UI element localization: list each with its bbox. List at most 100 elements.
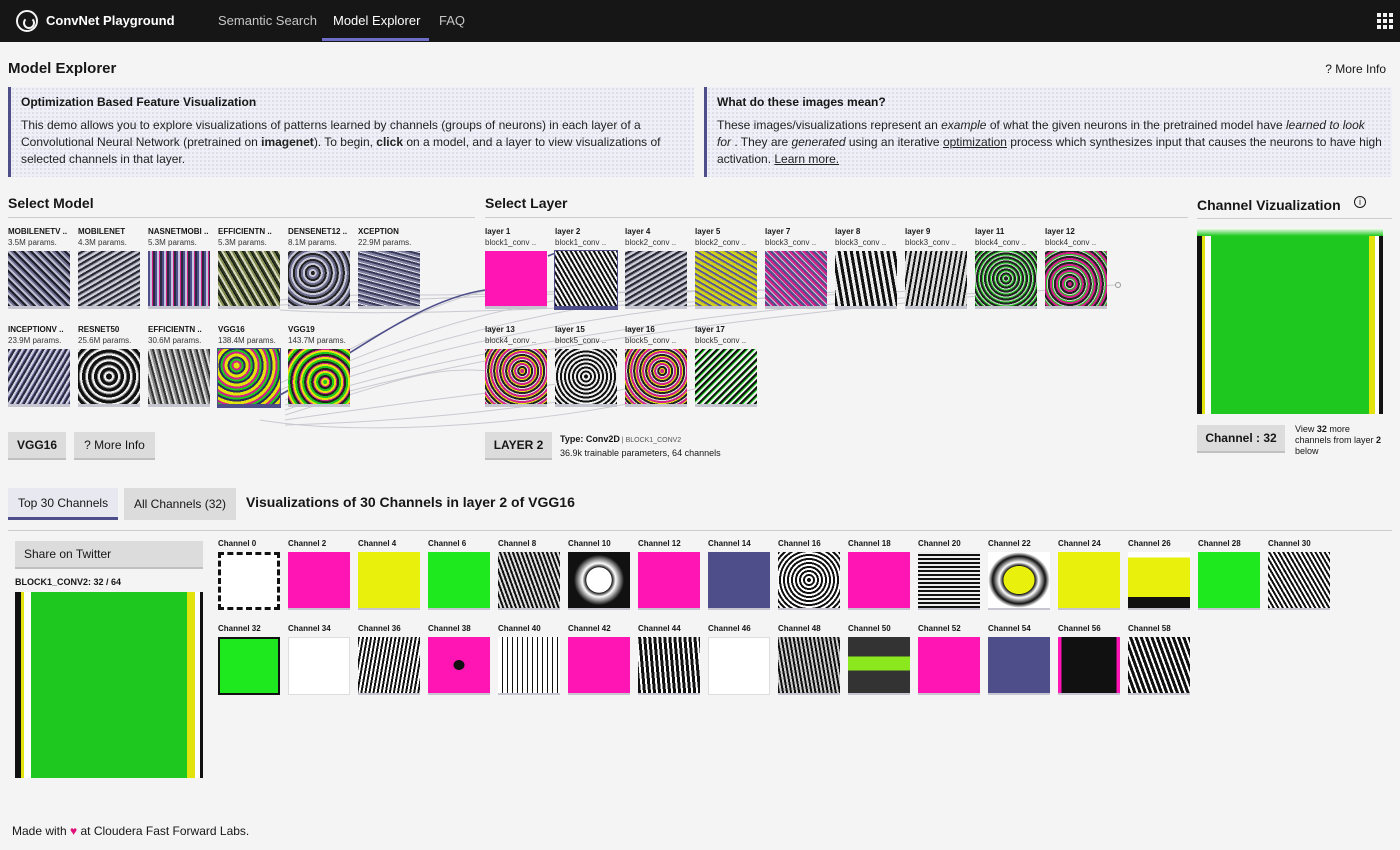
layer-thumbnail[interactable] (695, 251, 757, 309)
channel-thumbnail[interactable] (1058, 552, 1120, 610)
model-thumbnail[interactable] (78, 349, 140, 407)
channel-thumbnail[interactable] (358, 637, 420, 695)
selected-model-button[interactable]: VGG16 (8, 432, 66, 460)
model-card[interactable]: INCEPTIONV .. 23.9M params. (8, 325, 72, 407)
channel-thumbnail[interactable] (988, 637, 1050, 695)
layer-thumbnail[interactable] (1045, 251, 1107, 309)
channel-thumbnail[interactable] (218, 552, 280, 610)
channel-card[interactable]: Channel 26 (1128, 539, 1191, 610)
layer-thumbnail[interactable] (905, 251, 967, 309)
layer-thumbnail[interactable] (695, 349, 757, 407)
channel-thumbnail[interactable] (778, 552, 840, 610)
model-card[interactable]: NASNETMOBI .. 5.3M params. (148, 227, 212, 309)
model-card[interactable]: RESNET50 25.6M params. (78, 325, 142, 407)
model-card[interactable]: EFFICIENTN .. 5.3M params. (218, 227, 282, 309)
channel-card[interactable]: Channel 36 (358, 624, 421, 695)
channel-card[interactable]: Channel 32 (218, 624, 281, 695)
info-icon[interactable]: i (1354, 196, 1366, 208)
layer-thumbnail[interactable] (485, 251, 547, 309)
layer-card[interactable]: layer 16 block5_conv .. (625, 325, 689, 407)
channel-card[interactable]: Channel 28 (1198, 539, 1261, 610)
channel-card[interactable]: Channel 48 (778, 624, 841, 695)
channel-thumbnail[interactable] (288, 552, 350, 610)
channel-card[interactable]: Channel 22 (988, 539, 1051, 610)
app-switcher-icon[interactable] (1377, 13, 1393, 29)
model-card[interactable]: EFFICIENTN .. 30.6M params. (148, 325, 212, 407)
channel-card[interactable]: Channel 50 (848, 624, 911, 695)
channel-card[interactable]: Channel 56 (1058, 624, 1121, 695)
selected-layer-button[interactable]: LAYER 2 (485, 432, 552, 460)
cloudera-link[interactable]: Cloudera Fast Forward Labs. (94, 824, 249, 838)
layer-card[interactable]: layer 15 block5_conv .. (555, 325, 619, 407)
channel-card[interactable]: Channel 8 (498, 539, 561, 610)
share-on-twitter-button[interactable]: Share on Twitter (15, 541, 203, 569)
channel-card[interactable]: Channel 40 (498, 624, 561, 695)
layer-card[interactable]: layer 7 block3_conv .. (765, 227, 829, 309)
model-thumbnail[interactable] (218, 251, 280, 309)
channel-thumbnail[interactable] (358, 552, 420, 610)
channel-thumbnail[interactable] (1128, 552, 1190, 610)
channel-thumbnail[interactable] (1128, 637, 1190, 695)
tab-top-30-channels[interactable]: Top 30 Channels (8, 488, 119, 520)
channel-card[interactable]: Channel 34 (288, 624, 351, 695)
channel-number-button[interactable]: Channel : 32 (1197, 425, 1285, 453)
more-info-link[interactable]: ? More Info (1325, 62, 1386, 76)
channel-card[interactable]: Channel 30 (1268, 539, 1331, 610)
channel-thumbnail[interactable] (708, 637, 770, 695)
learn-more-link[interactable]: Learn more. (774, 152, 839, 166)
model-thumbnail[interactable] (78, 251, 140, 309)
channel-thumbnail[interactable] (288, 637, 350, 695)
channel-card[interactable]: Channel 20 (918, 539, 981, 610)
layer-card[interactable]: layer 1 block1_conv .. (485, 227, 549, 309)
layer-card[interactable]: layer 12 block4_conv .. (1045, 227, 1109, 309)
model-thumbnail[interactable] (217, 348, 281, 408)
channel-thumbnail[interactable] (1058, 637, 1120, 695)
channel-thumbnail[interactable] (568, 637, 630, 695)
channel-thumbnail[interactable] (848, 637, 910, 695)
model-card[interactable]: VGG19 143.7M params. (288, 325, 352, 407)
channel-card[interactable]: Channel 0 (218, 539, 281, 610)
channel-card[interactable]: Channel 24 (1058, 539, 1121, 610)
model-thumbnail[interactable] (358, 251, 420, 309)
channel-thumbnail[interactable] (1268, 552, 1330, 610)
model-thumbnail[interactable] (148, 251, 210, 309)
channel-thumbnail[interactable] (638, 637, 700, 695)
layer-thumbnail[interactable] (625, 349, 687, 407)
channel-thumbnail[interactable] (218, 637, 280, 695)
model-card[interactable]: DENSENET12 .. 8.1M params. (288, 227, 352, 309)
channel-thumbnail[interactable] (778, 637, 840, 695)
model-card-selected[interactable]: VGG16 138.4M params. (217, 325, 282, 408)
layer-thumbnail[interactable] (485, 349, 547, 407)
channel-thumbnail[interactable] (848, 552, 910, 610)
layer-thumbnail[interactable] (555, 349, 617, 407)
channel-card[interactable]: Channel 46 (708, 624, 771, 695)
layer-thumbnail[interactable] (625, 251, 687, 309)
layer-card[interactable]: layer 4 block2_conv .. (625, 227, 689, 309)
model-thumbnail[interactable] (288, 349, 350, 407)
model-thumbnail[interactable] (148, 349, 210, 407)
channel-card[interactable]: Channel 6 (428, 539, 491, 610)
channel-card[interactable]: Channel 44 (638, 624, 701, 695)
model-thumbnail[interactable] (288, 251, 350, 309)
layer-card[interactable]: layer 8 block3_conv .. (835, 227, 899, 309)
channel-card[interactable]: Channel 10 (568, 539, 631, 610)
channel-thumbnail[interactable] (498, 552, 560, 610)
channel-card[interactable]: Channel 58 (1128, 624, 1191, 695)
channel-thumbnail[interactable] (918, 637, 980, 695)
channel-thumbnail[interactable] (638, 552, 700, 610)
layer-card[interactable]: layer 9 block3_conv .. (905, 227, 969, 309)
layer-card[interactable]: layer 11 block4_conv .. (975, 227, 1039, 309)
channel-thumbnail[interactable] (568, 552, 630, 610)
channel-thumbnail[interactable] (428, 552, 490, 610)
model-thumbnail[interactable] (8, 251, 70, 309)
model-card[interactable]: MOBILENET 4.3M params. (78, 227, 142, 309)
model-card[interactable]: XCEPTION 22.9M params. (358, 227, 422, 309)
channel-card[interactable]: Channel 38 (428, 624, 491, 695)
channel-card[interactable]: Channel 2 (288, 539, 351, 610)
logo-icon[interactable] (16, 10, 38, 32)
channel-card[interactable]: Channel 12 (638, 539, 701, 610)
tab-all-channels[interactable]: All Channels (32) (124, 488, 237, 520)
channel-card[interactable]: Channel 18 (848, 539, 911, 610)
layer-card[interactable]: layer 13 block4_conv .. (485, 325, 549, 407)
layer-card-selected[interactable]: layer 2 block1_conv .. (554, 227, 619, 310)
